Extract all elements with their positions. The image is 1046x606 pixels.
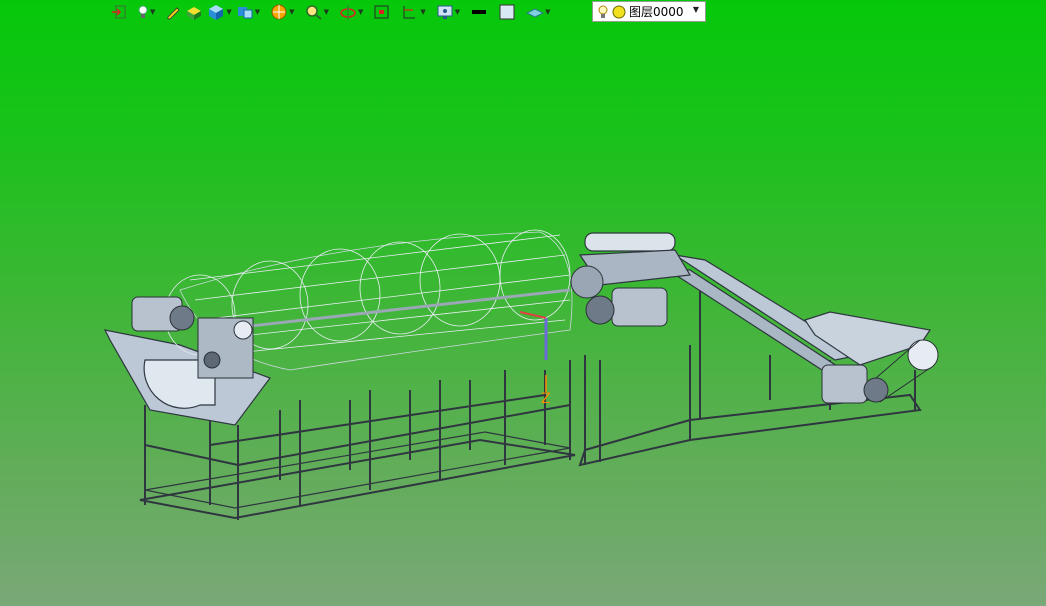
z-axis-label: Z [541,391,551,407]
cad-model-viewport[interactable] [0,0,1046,606]
